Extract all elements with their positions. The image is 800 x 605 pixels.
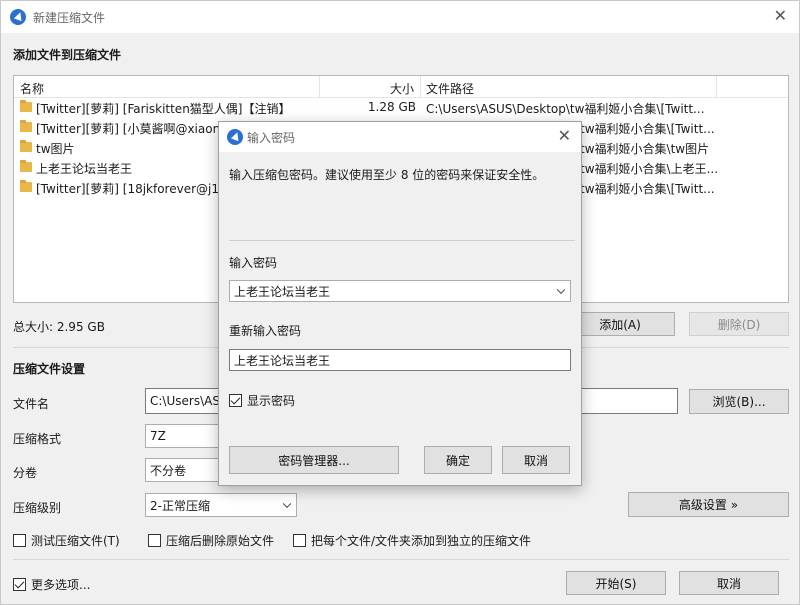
dialog-title: 输入密码 [247, 131, 296, 145]
remove-button[interactable]: 删除(D) [689, 312, 789, 336]
reenter-password-input[interactable]: 上老王论坛当老王 [229, 349, 571, 371]
split-label: 分卷 [13, 466, 38, 480]
chevron-down-icon [282, 499, 292, 509]
separate-archives-checkbox[interactable]: 把每个文件/文件夹添加到独立的压缩文件 [293, 532, 531, 549]
header-size[interactable]: 大小 [390, 80, 414, 97]
row-name: 上老王论坛当老王 [36, 162, 133, 176]
chevron-down-icon[interactable] [556, 285, 566, 295]
start-button[interactable]: 开始(S) [566, 571, 666, 595]
password-label: 输入密码 [229, 256, 278, 270]
dialog-title-bar: 输入密码 ✕ [219, 122, 581, 152]
advanced-settings-button[interactable]: 高级设置 » [628, 492, 789, 517]
total-size: 总大小: 2.95 GB [13, 320, 105, 334]
header-path[interactable]: 文件路径 [426, 80, 474, 97]
dialog-cancel-button[interactable]: 取消 [502, 446, 570, 474]
checkbox-checked-icon [229, 394, 242, 407]
browse-button[interactable]: 浏览(B)... [689, 389, 789, 414]
password-manager-button[interactable]: 密码管理器... [229, 446, 399, 474]
folder-icon [20, 100, 32, 112]
test-archive-label: 测试压缩文件(T) [31, 534, 120, 548]
cancel-button[interactable]: 取消 [679, 571, 779, 595]
filename-label: 文件名 [13, 397, 50, 411]
show-password-checkbox[interactable]: 显示密码 [229, 392, 295, 409]
checkbox-icon [148, 534, 161, 547]
settings-section-title: 压缩文件设置 [13, 362, 86, 376]
test-archive-checkbox[interactable]: 测试压缩文件(T) [13, 532, 120, 549]
split-value: 不分卷 [150, 463, 187, 478]
row-path: C:\Users\ASUS\Desktop\tw福利姬小合集\[Twitt... [426, 102, 705, 116]
delete-original-checkbox[interactable]: 压缩后删除原始文件 [148, 532, 274, 549]
checkbox-checked-icon [13, 578, 26, 591]
window-title: 新建压缩文件 [33, 11, 106, 25]
checkbox-icon [293, 534, 306, 547]
dialog-description: 输入压缩包密码。建议使用至少 8 位的密码来保证安全性。 [229, 168, 545, 182]
more-options-label: 更多选项... [31, 578, 91, 592]
app-logo-icon [10, 9, 26, 25]
separate-archives-label: 把每个文件/文件夹添加到独立的压缩文件 [311, 534, 532, 548]
row-path: tw福利姬小合集\tw图片 [580, 142, 710, 156]
show-password-label: 显示密码 [247, 394, 296, 408]
row-path: tw福利姬小合集\[Twitt... [580, 182, 715, 196]
level-value: 2-正常压缩 [150, 498, 210, 513]
password-value: 上老王论坛当老王 [234, 284, 331, 299]
row-path: tw福利姬小合集\上老王... [580, 162, 719, 176]
header-name[interactable]: 名称 [20, 80, 44, 97]
level-select[interactable]: 2-正常压缩 [145, 493, 297, 517]
table-row[interactable]: [Twitter][萝莉] [Fariskitten猫型人偶]【注销】 1.28… [14, 98, 788, 118]
divider [229, 240, 575, 241]
title-bar: 新建压缩文件 ✕ [1, 1, 799, 33]
close-icon[interactable]: ✕ [774, 8, 787, 24]
reenter-password-label: 重新输入密码 [229, 324, 302, 338]
add-section-title: 添加文件到压缩文件 [13, 48, 122, 62]
row-name: [Twitter][萝莉] [18jkforever@j1 [36, 182, 220, 196]
folder-icon [20, 180, 32, 192]
folder-icon [20, 160, 32, 172]
close-icon[interactable]: ✕ [558, 128, 571, 144]
row-name: [Twitter][萝莉] [Fariskitten猫型人偶]【注销】 [36, 102, 291, 116]
folder-icon [20, 120, 32, 132]
row-size: 1.28 GB [367, 100, 416, 114]
more-options-checkbox[interactable]: 更多选项... [13, 576, 90, 593]
divider [13, 559, 789, 560]
password-input[interactable]: 上老王论坛当老王 [229, 280, 571, 302]
format-value: 7Z [150, 429, 166, 443]
ok-button[interactable]: 确定 [424, 446, 492, 474]
delete-original-label: 压缩后删除原始文件 [166, 534, 275, 548]
app-logo-icon [227, 129, 243, 145]
format-label: 压缩格式 [13, 432, 62, 446]
checkbox-icon [13, 534, 26, 547]
row-name: tw图片 [36, 142, 75, 156]
password-dialog: 输入密码 ✕ 输入压缩包密码。建议使用至少 8 位的密码来保证安全性。 输入密码… [218, 121, 582, 486]
row-path: tw福利姬小合集\[Twitt... [580, 122, 715, 136]
folder-icon [20, 140, 32, 152]
row-name: [Twitter][萝莉] [小莫酱啊@xiaom [36, 122, 225, 136]
list-header: 名称 大小 文件路径 [14, 76, 788, 98]
level-label: 压缩级别 [13, 501, 62, 515]
